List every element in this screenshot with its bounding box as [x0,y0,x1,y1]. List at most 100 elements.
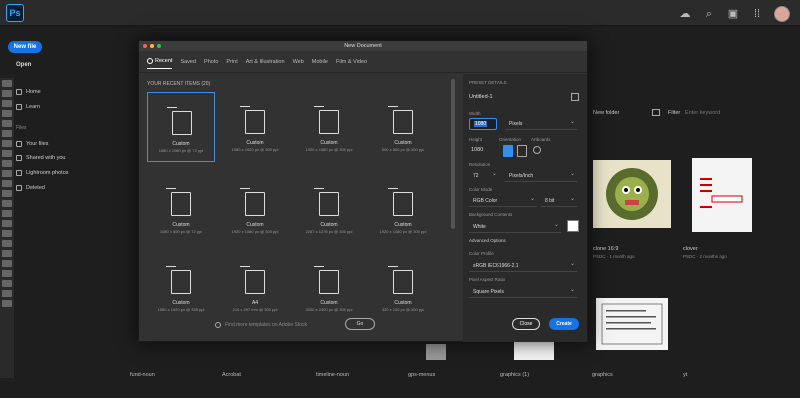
gradient-tool-icon[interactable] [2,200,12,207]
list-view-icon[interactable] [652,109,660,116]
search-icon[interactable]: ⌕ [702,7,716,21]
tab-saved[interactable]: Saved [180,55,196,69]
background-select[interactable]: White [469,219,561,233]
preset-card[interactable]: Custom 1920 x 1080 px @ 300 ppi [369,174,437,244]
preset-card[interactable]: A4 210 x 297 mm @ 300 ppi [221,252,289,322]
color-mode-select[interactable]: RGB Color [469,193,537,207]
dodge-tool-icon[interactable] [2,220,12,227]
preset-card[interactable]: Custom 1080 x 1920 px @ 335 ppi [147,252,215,322]
preset-card[interactable]: Custom 1920 x 1080 px @ 300 ppi [295,92,363,162]
stamp-tool-icon[interactable] [2,170,12,177]
new-file-button[interactable]: New file [8,41,42,53]
tab-recent[interactable]: Recent [147,54,173,69]
filter-input[interactable]: Enter keyword [685,110,720,116]
pixel-aspect-ratio-select[interactable]: Square Pixels [469,284,577,298]
width-input[interactable]: 1080 [469,118,497,130]
preset-card[interactable]: Custom 500 x 500 px @ 300 ppi [369,92,437,162]
avatar[interactable] [774,6,790,22]
healing-tool-icon[interactable] [2,150,12,157]
nav-item-shared[interactable]: Shared with you [16,155,65,161]
preset-card[interactable]: Custom 3000 x 2400 px @ 300 ppi [295,252,363,322]
tab-print[interactable]: Print [226,55,237,69]
tab-photo[interactable]: Photo [204,55,218,69]
apps-grid-icon[interactable]: ⁞⁞ [750,7,764,21]
preset-card[interactable]: Custom 1080 x 500 px @ 72 ppi [147,174,215,244]
background-color-swatch[interactable] [567,220,579,232]
save-preset-icon[interactable] [571,93,579,101]
resolution-input[interactable]: 72 [469,168,499,182]
file-thumbnail[interactable] [593,160,671,228]
color-profile-select[interactable]: sRGB IEC61966-2.1 [469,258,577,272]
go-button[interactable]: Go [345,318,375,330]
nav-item-deleted[interactable]: Deleted [16,185,45,191]
file-thumbnail[interactable] [692,158,752,232]
marquee-tool-icon[interactable] [2,90,12,97]
width-unit-select[interactable]: Pixels [505,116,577,130]
close-window-icon[interactable] [143,44,147,48]
blur-tool-icon[interactable] [2,210,12,217]
lasso-tool-icon[interactable] [2,100,12,107]
eyedropper-tool-icon[interactable] [2,140,12,147]
zoom-tool-icon[interactable] [2,280,12,287]
more-tools-icon[interactable] [2,290,12,297]
file-thumbnail[interactable] [514,342,554,360]
advanced-options-toggle[interactable]: Advanced Options [469,238,506,243]
gift-icon[interactable]: ▣ [726,7,740,21]
nav-item-your-files[interactable]: Your files [16,141,48,147]
preset-card[interactable]: Custom 1920 x 1080 px @ 300 ppi [221,174,289,244]
tab-art-illustration[interactable]: Art & Illustration [246,55,285,69]
maximize-window-icon[interactable] [157,44,161,48]
preset-card[interactable]: Custom 320 x 100 px @ 300 ppi [369,252,437,322]
portrait-orientation-icon[interactable] [503,145,513,157]
artboards-checkbox[interactable] [533,146,541,154]
preset-card[interactable]: Custom 1080 x 1080 px @ 72 ppi [147,92,215,162]
bit-depth-select[interactable]: 8 bit [541,193,577,207]
preset-name: Custom [246,222,264,228]
type-tool-icon[interactable] [2,240,12,247]
tab-film-video[interactable]: Film & Video [336,55,367,69]
nav-item-label: Lightroom photos [26,170,69,176]
crop-tool-icon[interactable] [2,120,12,127]
height-input[interactable]: 1080 [471,147,483,153]
preset-name: Custom [172,300,190,306]
file-thumbnail[interactable] [596,298,668,350]
preset-card[interactable]: Custom 1080 x 1920 px @ 300 ppi [221,92,289,162]
preset-dims: 1080 x 500 px @ 72 ppi [159,229,203,234]
cloud-icon[interactable]: ☁ [678,7,692,21]
nav-item-learn[interactable]: Learn [16,104,40,110]
width-value: 1080 [474,121,488,127]
file-thumbnail[interactable] [426,344,446,360]
brush-tool-icon[interactable] [2,160,12,167]
eraser-tool-icon[interactable] [2,190,12,197]
nav-item-home[interactable]: Home [16,89,41,95]
shape-tool-icon[interactable] [2,260,12,267]
pen-tool-icon[interactable] [2,230,12,237]
landscape-orientation-icon[interactable] [517,145,527,157]
color-swatches-icon[interactable] [2,300,12,307]
document-name-field[interactable]: Untitled-1 [469,94,493,100]
nav-item-label: Your files [26,141,49,147]
history-brush-tool-icon[interactable] [2,180,12,187]
open-button[interactable]: Open [16,62,31,68]
preset-scrollbar[interactable] [451,79,455,229]
hand-tool-icon[interactable] [2,270,12,277]
tab-web[interactable]: Web [293,55,304,69]
preset-card[interactable]: Custom 2267 x 1276 px @ 300 ppi [295,174,363,244]
document-icon [240,106,265,134]
background-label: Background Contents [469,212,513,217]
create-button[interactable]: Create [549,318,579,330]
minimize-window-icon[interactable] [150,44,154,48]
close-button[interactable]: Close [512,318,540,330]
tab-mobile[interactable]: Mobile [312,55,328,69]
nav-item-label: Home [26,89,41,95]
select-tool-icon[interactable] [2,110,12,117]
stock-search-input[interactable]: Find more templates on Adobe Stock [225,322,307,328]
photoshop-logo[interactable]: Ps [6,4,24,22]
resolution-unit-select[interactable]: Pixels/Inch [505,168,577,182]
frame-tool-icon[interactable] [2,130,12,137]
nav-item-lightroom[interactable]: Lightroom photos [16,170,69,176]
nav-item-label: Learn [26,104,41,110]
move-tool-icon[interactable] [2,80,12,87]
path-select-tool-icon[interactable] [2,250,12,257]
new-folder-button[interactable]: New folder [593,110,619,116]
